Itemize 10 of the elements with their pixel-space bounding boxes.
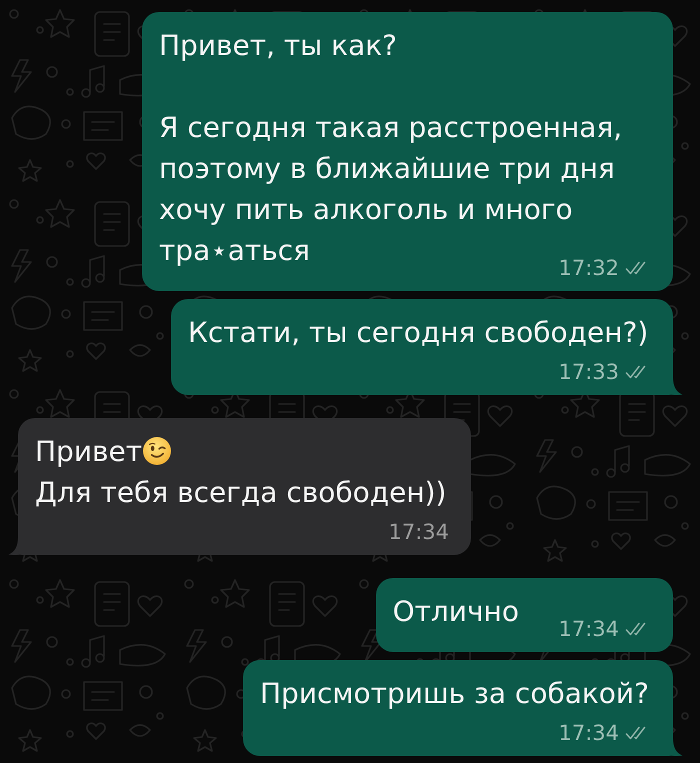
message-text: Для тебя всегда свободен)) [35,476,446,509]
message-time: 17:33 [558,361,619,383]
message-time: 17:34 [558,618,619,640]
winking-face-icon [143,437,172,465]
message-text: Кстати, ты сегодня свободен?) [188,316,648,349]
message-time: 17:34 [558,722,619,744]
message-time: 17:34 [388,521,449,543]
message-text: Привет [35,435,142,468]
message-text: Отлично [392,595,519,628]
message-text: Присмотришь за собакой? [260,677,649,710]
